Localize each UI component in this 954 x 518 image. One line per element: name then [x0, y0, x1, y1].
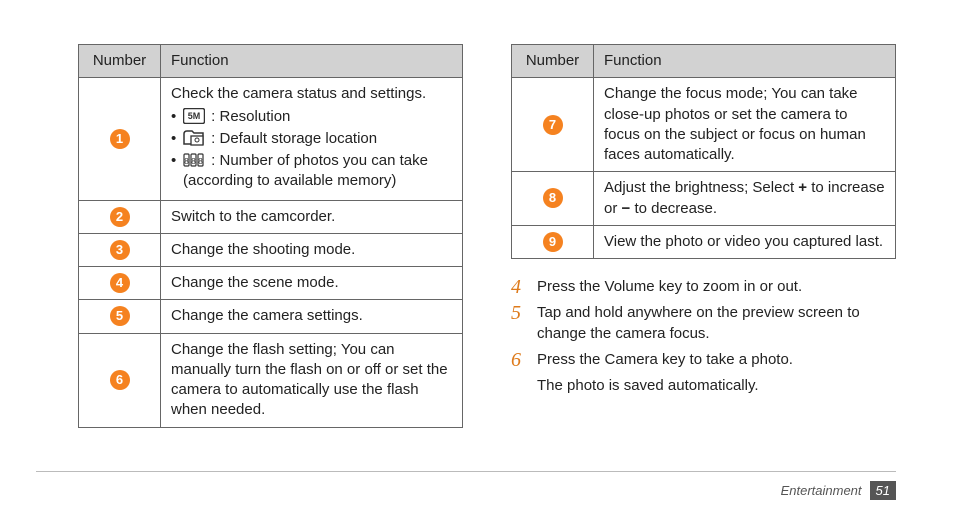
function-cell-5: Change the camera settings.: [161, 300, 463, 333]
step-number: 6: [511, 350, 527, 370]
header-function: Function: [594, 45, 896, 78]
step-text: Press the Camera key to take a photo.: [537, 350, 793, 370]
row1-bullet-2: : Default storage location: [171, 129, 452, 149]
row1-bullet-1: 5M : Resolution: [171, 107, 452, 127]
section-name: Entertainment: [781, 483, 862, 498]
header-function: Function: [161, 45, 463, 78]
step-4: 4 Press the Volume key to zoom in or out…: [511, 277, 896, 297]
step-number: 5: [511, 303, 527, 344]
table-row: 5 Change the camera settings.: [79, 300, 463, 333]
function-cell-8: Adjust the brightness; Select + to incre…: [594, 172, 896, 226]
table-header-row: Number Function: [512, 45, 896, 78]
step-5: 5 Tap and hold anywhere on the preview s…: [511, 303, 896, 344]
badge-6: 6: [110, 370, 130, 390]
header-number: Number: [79, 45, 161, 78]
counter-icon: 888: [183, 152, 205, 168]
badge-2: 2: [110, 207, 130, 227]
function-cell-2: Switch to the camcorder.: [161, 200, 463, 233]
svg-text:8: 8: [184, 157, 189, 166]
table-row: 3 Change the shooting mode.: [79, 233, 463, 266]
steps-list: 4 Press the Volume key to zoom in or out…: [511, 277, 896, 396]
row1-bullet-3: 888 : Number of photos you can take (acc…: [171, 151, 452, 192]
table-row: 8 Adjust the brightness; Select + to inc…: [512, 172, 896, 226]
function-cell-9: View the photo or video you captured las…: [594, 225, 896, 258]
header-number: Number: [512, 45, 594, 78]
table-row: 4 Change the scene mode.: [79, 267, 463, 300]
badge-7: 7: [543, 115, 563, 135]
function-cell-3: Change the shooting mode.: [161, 233, 463, 266]
footer-divider: [36, 471, 896, 472]
table-row: 1 Check the camera status and settings. …: [79, 78, 463, 200]
function-cell-1: Check the camera status and settings. 5M…: [161, 78, 463, 200]
resolution-icon: 5M: [183, 108, 205, 124]
page-footer: Entertainment 51: [781, 481, 896, 500]
badge-4: 4: [110, 273, 130, 293]
step-text: Tap and hold anywhere on the preview scr…: [537, 303, 896, 344]
table-row: 2 Switch to the camcorder.: [79, 200, 463, 233]
badge-3: 3: [110, 240, 130, 260]
svg-text:8: 8: [191, 157, 196, 166]
table-left: Number Function 1 Check the camera statu…: [78, 44, 463, 428]
badge-5: 5: [110, 306, 130, 326]
storage-icon: [183, 130, 205, 146]
badge-8: 8: [543, 188, 563, 208]
function-cell-6: Change the flash setting; You can manual…: [161, 333, 463, 427]
left-column: Number Function 1 Check the camera statu…: [78, 44, 463, 428]
svg-text:8: 8: [198, 157, 203, 166]
step-text: Press the Volume key to zoom in or out.: [537, 277, 802, 297]
step-6-sub: The photo is saved automatically.: [537, 376, 896, 396]
table-right: Number Function 7 Change the focus mode;…: [511, 44, 896, 259]
table-row: 6 Change the flash setting; You can manu…: [79, 333, 463, 427]
svg-text:5M: 5M: [188, 111, 201, 121]
function-cell-7: Change the focus mode; You can take clos…: [594, 78, 896, 172]
table-row: 9 View the photo or video you captured l…: [512, 225, 896, 258]
step-6: 6 Press the Camera key to take a photo.: [511, 350, 896, 370]
table-header-row: Number Function: [79, 45, 463, 78]
row1-intro: Check the camera status and settings.: [171, 84, 452, 104]
badge-9: 9: [543, 232, 563, 252]
table-row: 7 Change the focus mode; You can take cl…: [512, 78, 896, 172]
page-number: 51: [870, 481, 896, 500]
step-number: 4: [511, 277, 527, 297]
function-cell-4: Change the scene mode.: [161, 267, 463, 300]
page-content: Number Function 1 Check the camera statu…: [0, 0, 954, 428]
badge-1: 1: [110, 129, 130, 149]
right-column: Number Function 7 Change the focus mode;…: [511, 44, 896, 428]
